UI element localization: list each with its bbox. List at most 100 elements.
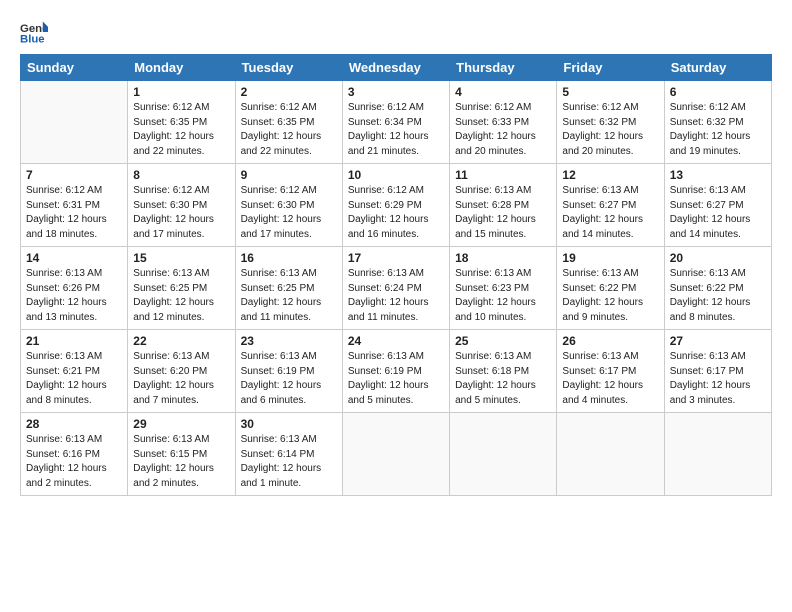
day-number: 7 bbox=[26, 168, 122, 182]
day-info: Sunrise: 6:13 AM Sunset: 6:17 PM Dayligh… bbox=[562, 350, 658, 408]
calendar-cell: 11Sunrise: 6:13 AM Sunset: 6:28 PM Dayli… bbox=[450, 164, 557, 247]
calendar-cell: 5 Sunrise: 6:12 AM Sunset: 6:32 PM Daylig… bbox=[557, 81, 664, 164]
day-number: 1 bbox=[133, 85, 229, 99]
day-info: Sunrise: 6:13 AM Sunset: 6:17 PM Dayligh… bbox=[670, 350, 766, 408]
calendar-cell bbox=[21, 81, 128, 164]
calendar-cell: 30Sunrise: 6:13 AM Sunset: 6:14 PM Dayli… bbox=[235, 413, 342, 496]
calendar-cell: 16Sunrise: 6:13 AM Sunset: 6:25 PM Dayli… bbox=[235, 247, 342, 330]
day-number: 9 bbox=[241, 168, 337, 182]
day-number: 23 bbox=[241, 334, 337, 348]
day-number: 22 bbox=[133, 334, 229, 348]
day-number: 14 bbox=[26, 251, 122, 265]
calendar-cell: 21 Sunrise: 6:13 AM Sunset: 6:21 PM Dayli… bbox=[21, 330, 128, 413]
day-info: Sunrise: 6:12 AM Sunset: 6:32 PM Dayligh… bbox=[562, 101, 658, 159]
calendar-cell: 6Sunrise: 6:12 AM Sunset: 6:32 PM Daylig… bbox=[664, 81, 771, 164]
calendar-cell: 8 Sunrise: 6:12 AM Sunset: 6:30 PM Daylig… bbox=[128, 164, 235, 247]
page: General Blue SundayMondayTuesdayWednesda… bbox=[0, 0, 792, 612]
calendar-week-4: 21 Sunrise: 6:13 AM Sunset: 6:21 PM Dayli… bbox=[21, 330, 772, 413]
day-info: Sunrise: 6:12 AM Sunset: 6:30 PM Dayligh… bbox=[133, 184, 229, 242]
calendar-cell: 28Sunrise: 6:13 AM Sunset: 6:16 PM Dayli… bbox=[21, 413, 128, 496]
calendar-week-3: 14 Sunrise: 6:13 AM Sunset: 6:26 PM Dayli… bbox=[21, 247, 772, 330]
calendar-cell: 22 Sunrise: 6:13 AM Sunset: 6:20 PM Dayli… bbox=[128, 330, 235, 413]
calendar-cell: 10 Sunrise: 6:12 AM Sunset: 6:29 PM Dayli… bbox=[342, 164, 449, 247]
day-info: Sunrise: 6:13 AM Sunset: 6:26 PM Dayligh… bbox=[26, 267, 122, 325]
day-number: 8 bbox=[133, 168, 229, 182]
svg-text:Blue: Blue bbox=[20, 34, 45, 46]
day-info: Sunrise: 6:13 AM Sunset: 6:23 PM Dayligh… bbox=[455, 267, 551, 325]
calendar-cell: 20 Sunrise: 6:13 AM Sunset: 6:22 PM Dayli… bbox=[664, 247, 771, 330]
calendar-header-row: SundayMondayTuesdayWednesdayThursdayFrid… bbox=[21, 55, 772, 81]
day-number: 13 bbox=[670, 168, 766, 182]
calendar-cell: 1Sunrise: 6:12 AM Sunset: 6:35 PM Daylig… bbox=[128, 81, 235, 164]
calendar-cell: 3Sunrise: 6:12 AM Sunset: 6:34 PM Daylig… bbox=[342, 81, 449, 164]
calendar-week-5: 28Sunrise: 6:13 AM Sunset: 6:16 PM Dayli… bbox=[21, 413, 772, 496]
day-number: 17 bbox=[348, 251, 444, 265]
calendar-cell: 9Sunrise: 6:12 AM Sunset: 6:30 PM Daylig… bbox=[235, 164, 342, 247]
calendar-cell: 2 Sunrise: 6:12 AM Sunset: 6:35 PM Daylig… bbox=[235, 81, 342, 164]
day-info: Sunrise: 6:12 AM Sunset: 6:34 PM Dayligh… bbox=[348, 101, 444, 159]
calendar-cell: 19 Sunrise: 6:13 AM Sunset: 6:22 PM Dayli… bbox=[557, 247, 664, 330]
day-info: Sunrise: 6:13 AM Sunset: 6:15 PM Dayligh… bbox=[133, 433, 229, 491]
header: General Blue bbox=[20, 18, 772, 46]
day-number: 5 bbox=[562, 85, 658, 99]
col-header-saturday: Saturday bbox=[664, 55, 771, 81]
day-info: Sunrise: 6:13 AM Sunset: 6:24 PM Dayligh… bbox=[348, 267, 444, 325]
day-info: Sunrise: 6:13 AM Sunset: 6:22 PM Dayligh… bbox=[670, 267, 766, 325]
calendar-cell: 12 Sunrise: 6:13 AM Sunset: 6:27 PM Dayli… bbox=[557, 164, 664, 247]
day-number: 18 bbox=[455, 251, 551, 265]
col-header-wednesday: Wednesday bbox=[342, 55, 449, 81]
logo-icon: General Blue bbox=[20, 18, 48, 46]
calendar-cell: 7 Sunrise: 6:12 AM Sunset: 6:31 PM Daylig… bbox=[21, 164, 128, 247]
day-number: 24 bbox=[348, 334, 444, 348]
day-info: Sunrise: 6:13 AM Sunset: 6:19 PM Dayligh… bbox=[348, 350, 444, 408]
day-number: 4 bbox=[455, 85, 551, 99]
day-number: 10 bbox=[348, 168, 444, 182]
col-header-friday: Friday bbox=[557, 55, 664, 81]
day-info: Sunrise: 6:12 AM Sunset: 6:31 PM Dayligh… bbox=[26, 184, 122, 242]
day-info: Sunrise: 6:13 AM Sunset: 6:25 PM Dayligh… bbox=[133, 267, 229, 325]
day-number: 6 bbox=[670, 85, 766, 99]
calendar-cell bbox=[342, 413, 449, 496]
day-info: Sunrise: 6:13 AM Sunset: 6:22 PM Dayligh… bbox=[562, 267, 658, 325]
col-header-sunday: Sunday bbox=[21, 55, 128, 81]
day-info: Sunrise: 6:12 AM Sunset: 6:29 PM Dayligh… bbox=[348, 184, 444, 242]
day-number: 27 bbox=[670, 334, 766, 348]
day-number: 15 bbox=[133, 251, 229, 265]
calendar-cell: 4Sunrise: 6:12 AM Sunset: 6:33 PM Daylig… bbox=[450, 81, 557, 164]
day-info: Sunrise: 6:13 AM Sunset: 6:14 PM Dayligh… bbox=[241, 433, 337, 491]
day-info: Sunrise: 6:13 AM Sunset: 6:27 PM Dayligh… bbox=[670, 184, 766, 242]
calendar-cell: 24 Sunrise: 6:13 AM Sunset: 6:19 PM Dayli… bbox=[342, 330, 449, 413]
day-number: 21 bbox=[26, 334, 122, 348]
day-number: 28 bbox=[26, 417, 122, 431]
day-info: Sunrise: 6:12 AM Sunset: 6:35 PM Dayligh… bbox=[241, 101, 337, 159]
calendar-cell bbox=[664, 413, 771, 496]
day-info: Sunrise: 6:13 AM Sunset: 6:21 PM Dayligh… bbox=[26, 350, 122, 408]
day-number: 26 bbox=[562, 334, 658, 348]
calendar-cell: 18 Sunrise: 6:13 AM Sunset: 6:23 PM Dayli… bbox=[450, 247, 557, 330]
day-number: 11 bbox=[455, 168, 551, 182]
day-number: 25 bbox=[455, 334, 551, 348]
col-header-tuesday: Tuesday bbox=[235, 55, 342, 81]
day-info: Sunrise: 6:13 AM Sunset: 6:20 PM Dayligh… bbox=[133, 350, 229, 408]
calendar-cell bbox=[450, 413, 557, 496]
day-info: Sunrise: 6:13 AM Sunset: 6:18 PM Dayligh… bbox=[455, 350, 551, 408]
calendar: SundayMondayTuesdayWednesdayThursdayFrid… bbox=[20, 54, 772, 496]
calendar-cell: 23Sunrise: 6:13 AM Sunset: 6:19 PM Dayli… bbox=[235, 330, 342, 413]
calendar-cell: 25 Sunrise: 6:13 AM Sunset: 6:18 PM Dayli… bbox=[450, 330, 557, 413]
day-number: 19 bbox=[562, 251, 658, 265]
calendar-cell: 14 Sunrise: 6:13 AM Sunset: 6:26 PM Dayli… bbox=[21, 247, 128, 330]
col-header-thursday: Thursday bbox=[450, 55, 557, 81]
calendar-cell: 27 Sunrise: 6:13 AM Sunset: 6:17 PM Dayli… bbox=[664, 330, 771, 413]
day-number: 20 bbox=[670, 251, 766, 265]
calendar-cell: 29 Sunrise: 6:13 AM Sunset: 6:15 PM Dayli… bbox=[128, 413, 235, 496]
logo: General Blue bbox=[20, 18, 54, 46]
calendar-cell bbox=[557, 413, 664, 496]
calendar-cell: 15 Sunrise: 6:13 AM Sunset: 6:25 PM Dayli… bbox=[128, 247, 235, 330]
day-number: 29 bbox=[133, 417, 229, 431]
calendar-cell: 26 Sunrise: 6:13 AM Sunset: 6:17 PM Dayli… bbox=[557, 330, 664, 413]
day-info: Sunrise: 6:13 AM Sunset: 6:25 PM Dayligh… bbox=[241, 267, 337, 325]
day-number: 12 bbox=[562, 168, 658, 182]
col-header-monday: Monday bbox=[128, 55, 235, 81]
day-number: 2 bbox=[241, 85, 337, 99]
day-info: Sunrise: 6:13 AM Sunset: 6:27 PM Dayligh… bbox=[562, 184, 658, 242]
